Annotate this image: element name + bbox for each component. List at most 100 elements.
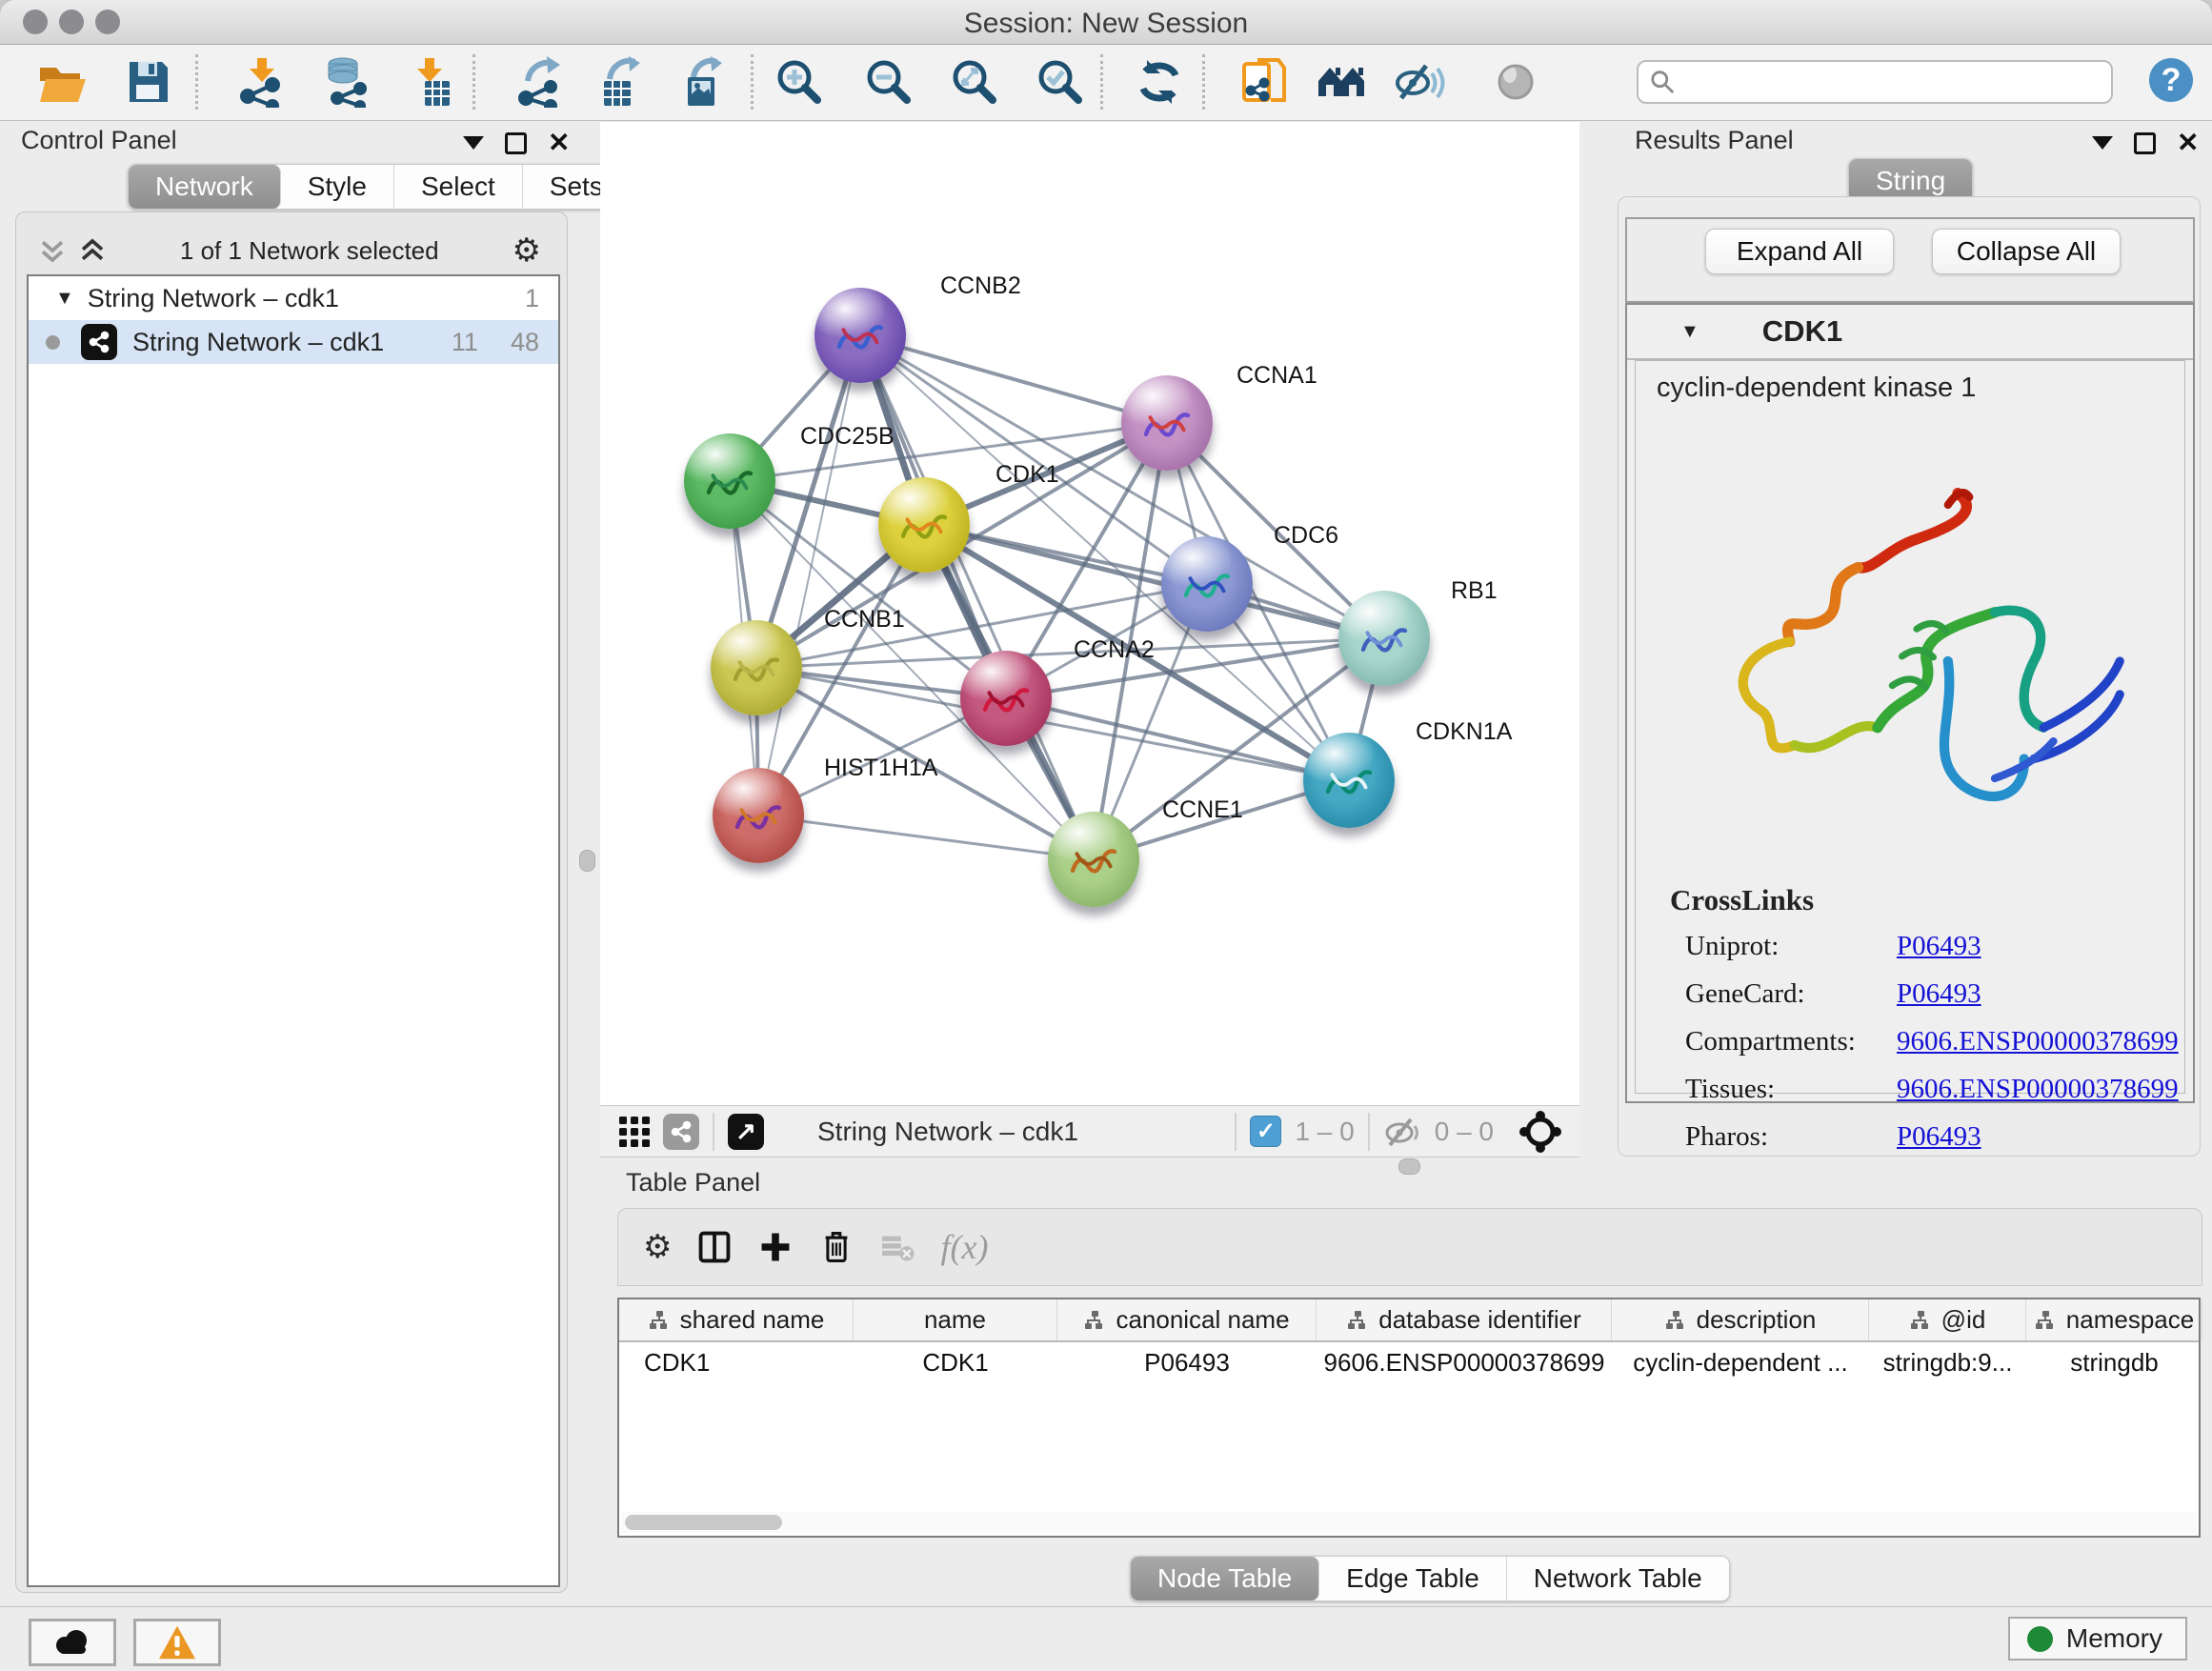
network-status-dot bbox=[46, 335, 60, 350]
panel-menu-icon[interactable] bbox=[2092, 136, 2113, 150]
grid-view-icon[interactable] bbox=[617, 1115, 652, 1149]
fit-content-crosshair-icon[interactable] bbox=[1518, 1110, 1562, 1154]
detach-view-icon[interactable]: ↗ bbox=[728, 1114, 764, 1150]
save-session-icon[interactable] bbox=[122, 56, 173, 108]
zoom-in-icon[interactable] bbox=[774, 56, 825, 108]
network-row[interactable]: String Network – cdk1 11 48 bbox=[29, 320, 558, 364]
float-panel-icon[interactable] bbox=[2134, 132, 2156, 154]
network-node-cdc25b[interactable] bbox=[684, 433, 775, 529]
export-image-icon[interactable] bbox=[678, 56, 730, 108]
network-node-ccna2[interactable] bbox=[960, 651, 1052, 746]
table-cell[interactable]: stringdb bbox=[2026, 1342, 2202, 1382]
network-node-rb1[interactable] bbox=[1338, 591, 1430, 686]
bird-eye-view-icon[interactable] bbox=[1490, 56, 1541, 108]
column-header-shared-name[interactable]: shared name bbox=[619, 1299, 854, 1340]
memory-button[interactable]: Memory bbox=[2008, 1617, 2187, 1661]
crosslink-row: Tissues:9606.ENSP00000378699 bbox=[1685, 1074, 2165, 1105]
hide-show-icon[interactable] bbox=[1394, 56, 1445, 108]
table-cell[interactable]: P06493 bbox=[1057, 1342, 1317, 1382]
expand-all-button[interactable]: Expand All bbox=[1705, 229, 1894, 274]
export-table-icon[interactable] bbox=[596, 56, 648, 108]
table-horizontal-scrollbar[interactable] bbox=[621, 1512, 2197, 1533]
collection-expander-icon[interactable]: ▼ bbox=[55, 288, 74, 310]
zoom-out-icon[interactable] bbox=[863, 56, 915, 108]
collapse-all-icon[interactable] bbox=[38, 236, 67, 265]
column-header-name[interactable]: name bbox=[854, 1299, 1057, 1340]
delete-table-icon bbox=[879, 1229, 915, 1265]
import-network-file-icon[interactable] bbox=[236, 56, 288, 108]
home-networks-icon[interactable] bbox=[1317, 56, 1368, 108]
network-badge-icon[interactable] bbox=[663, 1114, 699, 1150]
import-network-database-icon[interactable] bbox=[322, 56, 373, 108]
cloud-button[interactable] bbox=[29, 1619, 116, 1666]
main-toolbar: ? bbox=[0, 45, 2212, 121]
table-toolbar: ⚙ f(x) bbox=[617, 1208, 2202, 1286]
column-header-canonical-name[interactable]: canonical name bbox=[1057, 1299, 1317, 1340]
column-header-namespace[interactable]: namespace bbox=[2026, 1299, 2202, 1340]
table-row[interactable]: CDK1CDK1P064939606.ENSP00000378699cyclin… bbox=[619, 1342, 2199, 1382]
tab-style[interactable]: Style bbox=[281, 165, 394, 209]
table-cell[interactable]: 9606.ENSP00000378699 bbox=[1317, 1342, 1612, 1382]
close-panel-icon[interactable]: ✕ bbox=[2177, 130, 2199, 156]
column-header--id[interactable]: @id bbox=[1869, 1299, 2026, 1340]
footer-separator bbox=[1235, 1113, 1237, 1151]
network-canvas[interactable]: CCNB2CCNA1CDC25BCDK1CDC6RB1CCNB1CCNA2CDK… bbox=[600, 122, 1579, 1105]
network-node-cdk1[interactable] bbox=[878, 477, 970, 573]
crosslink-link[interactable]: 9606.ENSP00000378699 bbox=[1897, 1074, 2179, 1105]
network-node-ccne1[interactable] bbox=[1048, 812, 1139, 907]
close-panel-icon[interactable]: ✕ bbox=[548, 130, 570, 156]
tab-network[interactable]: Network bbox=[129, 165, 281, 209]
help-icon[interactable]: ? bbox=[2145, 54, 2197, 106]
protein-structure-thumbnail bbox=[1319, 752, 1378, 815]
svg-text:?: ? bbox=[2162, 62, 2182, 98]
column-header-database-identifier[interactable]: database identifier bbox=[1317, 1299, 1612, 1340]
zoom-fit-icon[interactable] bbox=[949, 56, 1000, 108]
expand-all-icon[interactable] bbox=[78, 236, 107, 265]
tab-node-table[interactable]: Node Table bbox=[1131, 1557, 1319, 1601]
export-network-icon[interactable] bbox=[514, 56, 566, 108]
horizontal-splitter-handle[interactable] bbox=[1398, 1158, 1420, 1175]
network-collection-row[interactable]: ▼ String Network – cdk1 1 bbox=[29, 276, 558, 320]
network-node-cdc6[interactable] bbox=[1161, 536, 1253, 632]
network-options-gear-icon[interactable]: ⚙ bbox=[513, 234, 541, 267]
refresh-icon[interactable] bbox=[1134, 56, 1185, 108]
table-cell[interactable]: stringdb:9... bbox=[1869, 1342, 2026, 1382]
panel-menu-icon[interactable] bbox=[463, 136, 484, 150]
tab-select[interactable]: Select bbox=[394, 165, 523, 209]
zoom-selected-icon[interactable] bbox=[1035, 56, 1086, 108]
add-column-icon[interactable] bbox=[757, 1229, 794, 1265]
table-cell[interactable]: CDK1 bbox=[619, 1342, 854, 1382]
toolbar-separator bbox=[195, 54, 198, 110]
warnings-button[interactable] bbox=[133, 1619, 221, 1666]
status-bar: Memory bbox=[0, 1606, 2212, 1671]
crosslink-link[interactable]: 9606.ENSP00000378699 bbox=[1897, 1026, 2179, 1057]
collapse-all-button[interactable]: Collapse All bbox=[1932, 229, 2121, 274]
crosslink-link[interactable]: P06493 bbox=[1897, 931, 1981, 962]
show-columns-icon[interactable] bbox=[696, 1229, 733, 1265]
crosslink-link[interactable]: P06493 bbox=[1897, 1121, 1981, 1153]
column-header-description[interactable]: description bbox=[1612, 1299, 1869, 1340]
network-node-ccnb2[interactable] bbox=[814, 288, 906, 383]
column-type-icon bbox=[2034, 1309, 2057, 1332]
clone-network-icon[interactable] bbox=[1238, 56, 1290, 108]
table-cell[interactable]: cyclin-dependent ... bbox=[1612, 1342, 1869, 1382]
tab-edge-table[interactable]: Edge Table bbox=[1319, 1557, 1507, 1601]
crosslink-link[interactable]: P06493 bbox=[1897, 978, 1981, 1010]
table-cell[interactable]: CDK1 bbox=[854, 1342, 1057, 1382]
tab-network-table[interactable]: Network Table bbox=[1507, 1557, 1729, 1601]
column-type-icon bbox=[648, 1309, 671, 1332]
delete-column-icon[interactable] bbox=[818, 1229, 855, 1265]
table-options-gear-icon[interactable]: ⚙ bbox=[643, 1231, 672, 1263]
gene-expander-icon[interactable]: ▼ bbox=[1680, 321, 1699, 343]
network-node-cdkn1a[interactable] bbox=[1303, 733, 1395, 828]
import-table-icon[interactable] bbox=[404, 56, 455, 108]
network-node-ccnb1[interactable] bbox=[711, 620, 802, 715]
open-session-icon[interactable] bbox=[36, 56, 88, 108]
vertical-splitter-handle[interactable] bbox=[579, 850, 595, 872]
selected-checkbox-icon[interactable]: ✓ bbox=[1250, 1116, 1281, 1147]
search-input[interactable] bbox=[1675, 67, 2100, 98]
network-node-ccna1[interactable] bbox=[1121, 375, 1213, 471]
network-node-hist1h1a[interactable] bbox=[713, 768, 804, 863]
column-type-icon bbox=[1083, 1309, 1106, 1332]
float-panel-icon[interactable] bbox=[505, 132, 527, 154]
